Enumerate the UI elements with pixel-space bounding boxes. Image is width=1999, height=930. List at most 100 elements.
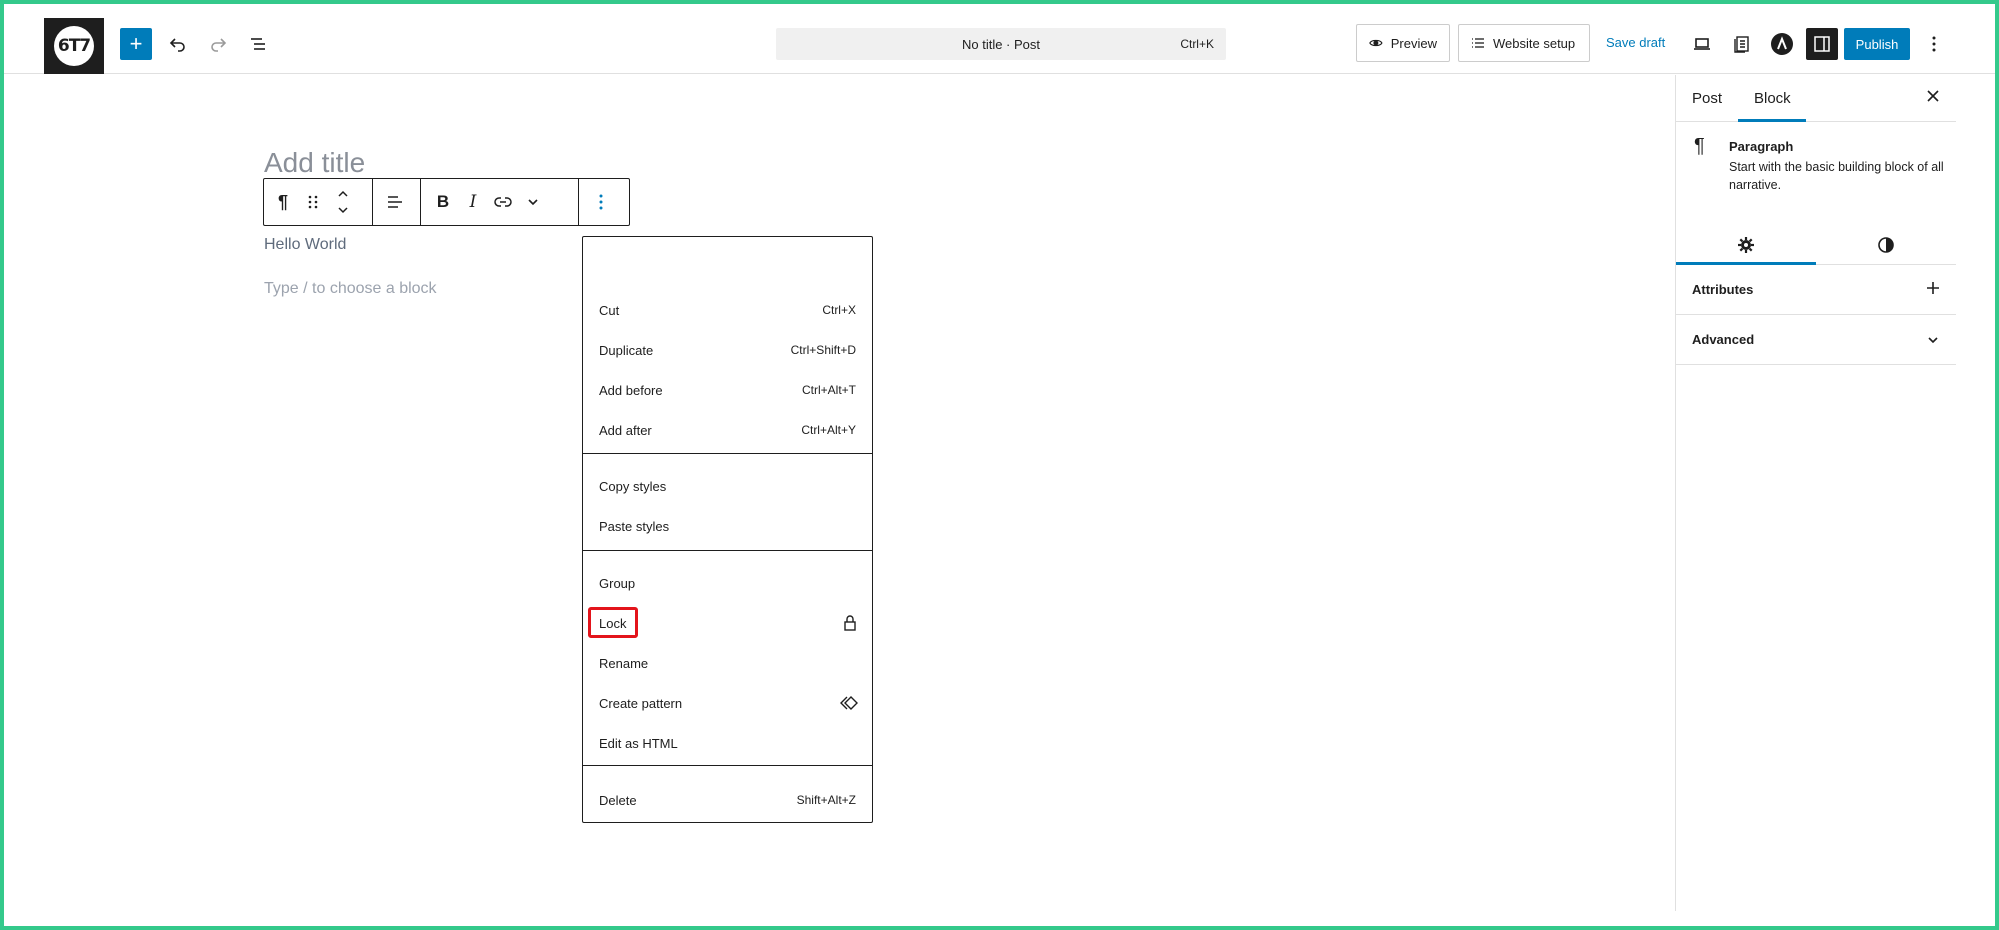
inspector-tabs (1676, 225, 1956, 265)
menu-item-shortcut: Ctrl+Alt+T (801, 383, 856, 397)
preview-label: Preview (1390, 35, 1437, 51)
toolbar-separator (578, 179, 579, 225)
menu-item-label: Cut (599, 303, 620, 318)
tab-block[interactable]: Block (1754, 90, 1791, 107)
document-overview-button[interactable] (242, 28, 274, 60)
block-options-button[interactable] (586, 179, 616, 225)
align-button[interactable] (380, 179, 410, 225)
website-setup-button[interactable]: Website setup (1458, 24, 1590, 62)
post-title-input[interactable]: Add title (264, 147, 365, 179)
alignment-group (380, 179, 410, 225)
attributes-panel-toggle[interactable]: Attributes (1676, 265, 1956, 315)
menu-item-add-before[interactable]: Add before Ctrl+Alt+T (583, 375, 872, 407)
menu-item-add-after[interactable]: Add after Ctrl+Alt+Y (583, 415, 872, 447)
toolbar-separator (420, 179, 421, 225)
menu-item-paste-styles[interactable]: Paste styles (583, 511, 872, 543)
checklist-icon (1472, 38, 1484, 48)
options-group (586, 179, 616, 225)
preview-button[interactable]: Preview (1356, 24, 1450, 62)
sidebar-icon (1814, 36, 1830, 52)
italic-button[interactable]: I (458, 179, 488, 225)
move-up-down-button[interactable] (328, 179, 358, 225)
paragraph-block[interactable]: Hello World (264, 236, 346, 254)
device-preview-button[interactable] (1686, 28, 1718, 60)
toolbar-separator (372, 179, 373, 225)
menu-item-group[interactable]: Group (583, 568, 872, 600)
menu-item-delete[interactable]: Delete Shift+Alt+Z (583, 785, 872, 817)
block-switcher-group: ¶ (268, 179, 358, 225)
plus-icon (1926, 279, 1940, 300)
block-type-button[interactable]: ¶ (268, 179, 298, 225)
contrast-icon (1878, 237, 1894, 253)
menu-item-copy-styles[interactable]: Copy styles (583, 471, 872, 503)
menu-separator (583, 765, 872, 766)
settings-sidebar-toggle[interactable] (1806, 28, 1838, 60)
menu-item-create-pattern[interactable]: Create pattern (583, 688, 872, 720)
chevron-down-icon (528, 199, 538, 206)
close-sidebar-button[interactable] (1926, 87, 1940, 108)
tab-settings[interactable] (1676, 225, 1816, 265)
bold-button[interactable]: B (428, 179, 458, 225)
tab-post[interactable]: Post (1692, 90, 1722, 107)
block-card: ¶ Paragraph Start with the basic buildin… (1676, 123, 1956, 199)
menu-item-edit-as-html[interactable]: Edit as HTML (583, 728, 872, 760)
menu-item-shortcut: Ctrl+Alt+Y (801, 423, 856, 437)
bold-icon: B (436, 192, 450, 211)
publish-button[interactable]: Publish (1844, 28, 1910, 60)
document-title: No title · Post (961, 37, 1041, 52)
list-view-icon (251, 38, 265, 50)
lock-icon (842, 614, 858, 635)
menu-item-shortcut: Ctrl+Shift+D (790, 343, 856, 357)
sidebar-tabs: Post Block (1676, 75, 1956, 122)
drag-handle[interactable] (298, 179, 328, 225)
more-formats-button[interactable] (518, 179, 548, 225)
menu-item-lock[interactable]: Lock (583, 607, 872, 640)
more-vertical-icon (1932, 36, 1936, 52)
command-shortcut: Ctrl+K (1180, 37, 1214, 51)
redo-icon (211, 38, 227, 52)
site-logo-button[interactable]: 6T7 (44, 18, 104, 74)
command-palette-trigger[interactable]: No title · Post Ctrl+K (776, 28, 1226, 60)
panel-title: Attributes (1692, 282, 1754, 297)
gear-icon (1738, 237, 1754, 253)
options-menu-button[interactable] (1918, 28, 1950, 60)
menu-item-cut[interactable]: Cut Ctrl+X (583, 295, 872, 327)
block-description: Start with the basic building block of a… (1729, 160, 1944, 192)
menu-item-duplicate[interactable]: Duplicate Ctrl+Shift+D (583, 335, 872, 367)
menu-item-label: Delete (599, 793, 637, 808)
plugin-button[interactable] (1766, 28, 1798, 60)
paragraph-icon: ¶ (1694, 135, 1705, 157)
active-tab-indicator (1738, 119, 1806, 122)
block-toolbar: ¶ B I (263, 178, 630, 226)
menu-item-label: Copy styles (599, 479, 667, 494)
link-button[interactable] (488, 179, 518, 225)
link-icon (494, 197, 512, 207)
more-vertical-icon (599, 194, 603, 210)
redo-button[interactable] (202, 28, 234, 60)
menu-item-label: Add before (599, 383, 663, 398)
chevron-down-icon (1926, 329, 1940, 350)
menu-item-rename[interactable]: Rename (583, 648, 872, 680)
block-placeholder[interactable]: Type / to choose a block (264, 280, 437, 298)
menu-item-label: Add after (599, 423, 652, 438)
paragraph-icon: ¶ (277, 191, 288, 212)
menu-item-shortcut: Shift+Alt+Z (796, 793, 856, 807)
pattern-icon (838, 694, 858, 715)
menu-separator (583, 453, 872, 454)
eye-icon (1369, 39, 1383, 47)
tab-styles[interactable] (1816, 225, 1956, 265)
menu-item-label: Group (599, 576, 636, 591)
template-button[interactable] (1726, 28, 1758, 60)
advanced-panel-toggle[interactable]: Advanced (1676, 315, 1956, 365)
menu-item-shortcut: Ctrl+X (822, 303, 856, 317)
block-inserter-button[interactable]: + (120, 28, 152, 60)
block-title: Paragraph (1729, 139, 1794, 154)
align-left-icon (388, 196, 402, 208)
save-draft-button[interactable]: Save draft (1606, 35, 1665, 50)
block-options-menu: Cut Ctrl+X Duplicate Ctrl+Shift+D Add be… (582, 236, 873, 823)
menu-item-label: Duplicate (599, 343, 654, 358)
editor-header: 6T7 + No title · Post Ctrl+K Preview Web… (4, 4, 1995, 74)
panel-title: Advanced (1692, 332, 1755, 347)
undo-button[interactable] (162, 28, 194, 60)
menu-item-label: Edit as HTML (599, 736, 678, 751)
